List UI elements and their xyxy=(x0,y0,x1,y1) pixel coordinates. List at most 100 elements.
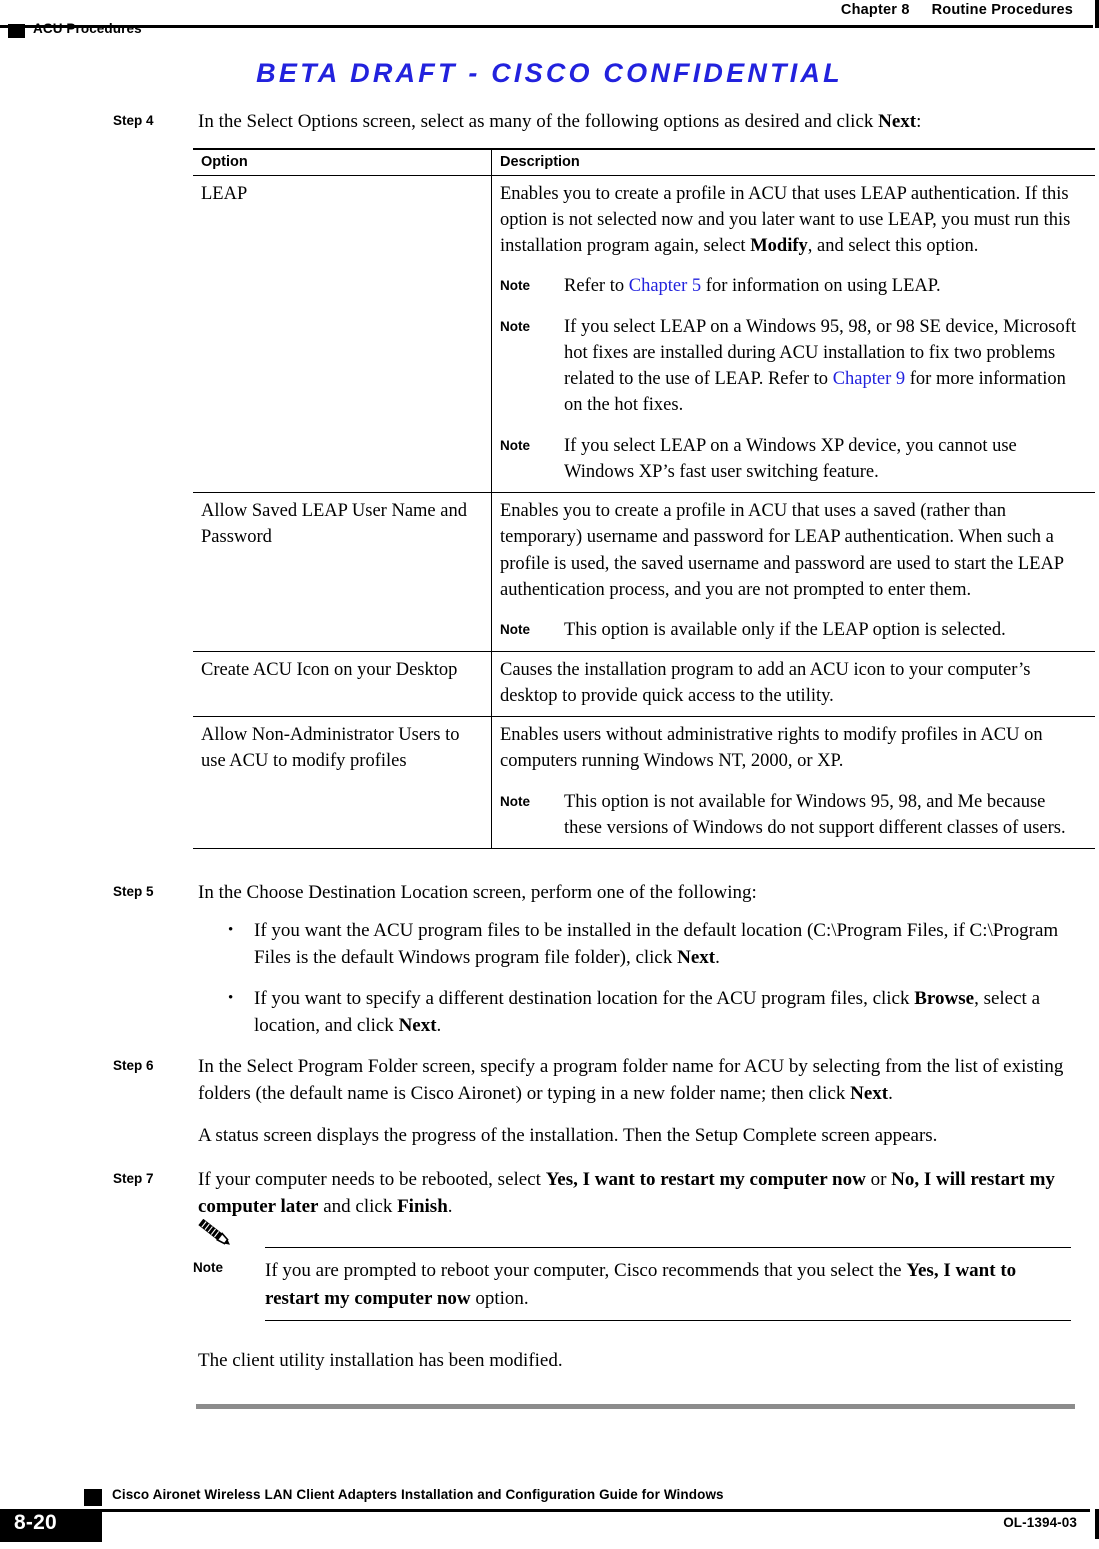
note-callout-block: Note If you are prompted to reboot your … xyxy=(193,1218,1071,1322)
step-4-text-a: In the Select Options screen, select as … xyxy=(198,111,879,132)
table-header-row: Option Description xyxy=(193,147,1095,176)
note-bottom-rule xyxy=(265,1320,1071,1322)
header-section-label: ACU Procedures xyxy=(33,21,142,36)
note-text-part2: for information on using LEAP. xyxy=(701,276,941,297)
step-5-bullet-list: • If you want the ACU program files to b… xyxy=(228,917,1069,1040)
step-7-text: If your computer needs to be rebooted, s… xyxy=(198,1166,1071,1221)
row-description: Enables you to create a profile in ACU t… xyxy=(491,175,1095,494)
cell-note: Note Refer to Chapter 5 for information … xyxy=(500,273,1087,299)
table-row: Allow Saved LEAP User Name and Password … xyxy=(193,492,1095,652)
bullet-text-part1: If you want to specify a different desti… xyxy=(254,987,915,1009)
step-7-text-part4: . xyxy=(447,1196,453,1218)
bullet-text-part3: . xyxy=(436,1015,442,1037)
header-chapter-info: Chapter 8 Routine Procedures xyxy=(841,2,1073,18)
chapter-9-link[interactable]: Chapter 9 xyxy=(833,369,905,389)
header-chapter-title: Routine Procedures xyxy=(931,2,1073,18)
step-7-bold-finish: Finish xyxy=(397,1196,448,1218)
section-divider-rule xyxy=(196,1404,1075,1409)
desc-text-part1: Enables you to create a profile in ACU t… xyxy=(500,501,1064,600)
step-7-bold-yes-restart: Yes, I want to restart my computer now xyxy=(545,1168,866,1190)
note-label: Note xyxy=(500,318,530,334)
note-label: Note xyxy=(500,278,530,294)
note-label: Note xyxy=(500,437,530,453)
cell-note: Note If you select LEAP on a Windows 95,… xyxy=(500,314,1087,419)
note-label: Note xyxy=(500,793,530,809)
step-6-bold-next: Next xyxy=(850,1083,889,1105)
note-text-part1: If you are prompted to reboot your compu… xyxy=(265,1259,907,1281)
cell-note: Note This option is available only if th… xyxy=(500,617,1087,643)
bullet-text: If you want the ACU program files to be … xyxy=(254,917,1069,972)
step-6-text: In the Select Program Folder screen, spe… xyxy=(198,1053,1071,1108)
draft-banner: BETA DRAFT - CISCO CONFIDENTIAL xyxy=(256,58,843,88)
step-6-followup-text: A status screen displays the progress of… xyxy=(198,1124,938,1146)
note-label: Note xyxy=(500,622,530,638)
step-7: Step 7 If your computer needs to be rebo… xyxy=(0,1166,1099,1221)
note-top-rule xyxy=(265,1246,1071,1248)
bullet-bold-next: Next xyxy=(677,947,716,969)
row-option-name: Create ACU Icon on your Desktop xyxy=(193,651,492,718)
step-4-label: Step 4 xyxy=(113,113,154,128)
step-7-text-part3: and click xyxy=(318,1196,398,1218)
header-rule xyxy=(0,25,1093,28)
table-row: LEAP Enables you to create a profile in … xyxy=(193,175,1095,494)
note-text-part1: Refer to xyxy=(564,276,629,297)
step-4-bold-next: Next xyxy=(878,111,917,132)
cell-note: Note If you select LEAP on a Windows XP … xyxy=(500,433,1087,486)
row-option-name: LEAP xyxy=(193,175,492,494)
desc-bold-modify: Modify xyxy=(750,236,808,257)
note-text: If you select LEAP on a Windows XP devic… xyxy=(564,435,1017,482)
note-text: This option is not available for Windows… xyxy=(564,791,1066,838)
step-5-label: Step 5 xyxy=(113,884,154,900)
desc-text-part2: , and select this option. xyxy=(807,236,979,257)
bullet-text-part1: If you want the ACU program files to be … xyxy=(254,919,1059,969)
row-description: Causes the installation program to add a… xyxy=(491,651,1095,718)
step-7-text-part1: If your computer needs to be rebooted, s… xyxy=(198,1168,546,1190)
row-option-name: Allow Non-Administrator Users to use ACU… xyxy=(193,716,492,850)
row-description: Enables users without administrative rig… xyxy=(491,716,1095,850)
footer-document-title: Cisco Aironet Wireless LAN Client Adapte… xyxy=(112,1487,724,1502)
footer-bullet-square-icon xyxy=(84,1489,102,1506)
page-footer: Cisco Aironet Wireless LAN Client Adapte… xyxy=(0,1465,1099,1549)
note-label: Note xyxy=(193,1259,223,1275)
step-7-label: Step 7 xyxy=(113,1170,154,1186)
note-text: This option is available only if the LEA… xyxy=(564,620,1006,641)
options-table: Option Description LEAP Enables you to c… xyxy=(193,147,1095,850)
step-6-label: Step 6 xyxy=(113,1057,154,1073)
closing-text: The client utility installation has been… xyxy=(198,1350,563,1372)
footer-page-number: 8-20 xyxy=(14,1511,57,1534)
bullet-bold-browse: Browse xyxy=(914,987,975,1009)
note-row: Note If you are prompted to reboot your … xyxy=(193,1248,1071,1312)
cell-note: Note This option is not available for Wi… xyxy=(500,789,1087,842)
note-text: If you are prompted to reboot your compu… xyxy=(265,1257,1071,1312)
step-7-text-part2: or xyxy=(865,1168,892,1190)
step-5: Step 5 In the Choose Destination Locatio… xyxy=(0,879,1099,907)
column-header-option: Option xyxy=(193,147,492,176)
row-description: Enables you to create a profile in ACU t… xyxy=(491,492,1095,652)
step-4: Step 4 In the Select Options screen, sel… xyxy=(0,108,1099,136)
step-4-text: In the Select Options screen, select as … xyxy=(198,108,1071,136)
header-endcap xyxy=(1095,0,1099,28)
header-chapter-number: Chapter 8 xyxy=(840,2,910,18)
bullet-dot-icon: • xyxy=(228,989,234,1006)
desc-text-part1: Enables users without administrative rig… xyxy=(500,725,1043,772)
bullet-bold-next: Next xyxy=(398,1015,437,1037)
row-option-name: Allow Saved LEAP User Name and Password xyxy=(193,492,492,652)
footer-document-id: OL-1394-03 xyxy=(1003,1515,1077,1530)
footer-rule xyxy=(0,1509,1090,1512)
options-table-head: Option Description xyxy=(193,147,1095,176)
column-header-description: Description xyxy=(491,147,1095,176)
pencil-note-icon xyxy=(198,1218,230,1245)
bullet-text: If you want to specify a different desti… xyxy=(254,985,1069,1040)
step-6-text-part1: In the Select Program Folder screen, spe… xyxy=(198,1055,1064,1105)
note-label-rule xyxy=(267,1246,313,1248)
note-text-part2: option. xyxy=(470,1287,529,1309)
note-text: Refer to Chapter 5 for information on us… xyxy=(564,273,1087,299)
table-row: Create ACU Icon on your Desktop Causes t… xyxy=(193,651,1095,718)
footer-endcap xyxy=(1095,1509,1099,1539)
step-6-text-part2: . xyxy=(888,1083,893,1105)
table-row: Allow Non-Administrator Users to use ACU… xyxy=(193,716,1095,850)
options-table-body: LEAP Enables you to create a profile in … xyxy=(193,175,1095,850)
chapter-5-link[interactable]: Chapter 5 xyxy=(629,276,701,296)
header-bullet-square-icon xyxy=(8,24,25,38)
page-content: Step 4 In the Select Options screen, sel… xyxy=(0,108,1099,1375)
